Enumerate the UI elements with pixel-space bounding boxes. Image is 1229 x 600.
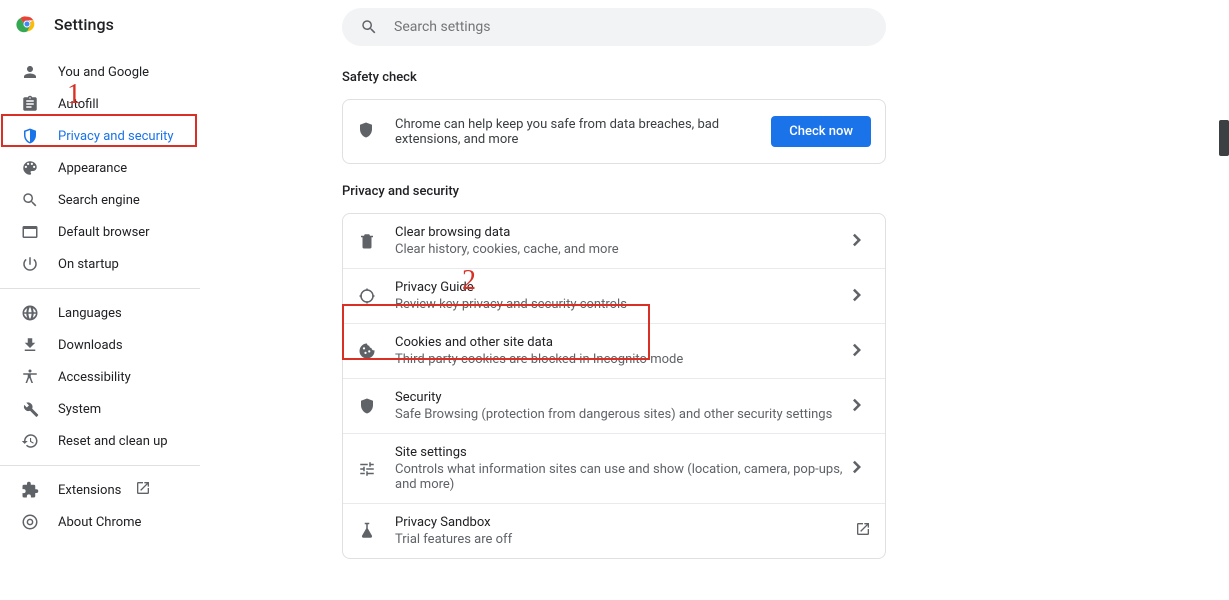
row-title: Clear browsing data: [395, 225, 853, 240]
row-subtitle: Controls what information sites can use …: [395, 462, 853, 492]
person-icon: [20, 63, 40, 81]
shield-icon: [357, 397, 377, 415]
chevron-right-icon: [853, 287, 871, 306]
external-link-icon: [135, 480, 151, 500]
sidebar-item-label: Accessibility: [58, 370, 131, 385]
row-cookies-and-other-site-data[interactable]: Cookies and other site data Third-party c…: [343, 323, 885, 378]
sidebar-item-label: Appearance: [58, 161, 127, 176]
shield-icon: [357, 121, 377, 143]
row-subtitle: Trial features are off: [395, 532, 855, 547]
sidebar-item-label: System: [58, 402, 101, 417]
wrench-icon: [20, 400, 40, 418]
row-title: Site settings: [395, 445, 853, 460]
trash-icon: [357, 232, 377, 250]
shield-half-icon: [20, 127, 40, 145]
globe-icon: [20, 304, 40, 322]
sidebar-divider: [0, 288, 200, 289]
chevron-right-icon: [853, 397, 871, 416]
row-site-settings[interactable]: Site settings Controls what information s…: [343, 433, 885, 503]
power-icon: [20, 255, 40, 273]
chrome-icon: [20, 513, 40, 531]
chevron-right-icon: [853, 232, 871, 251]
row-privacy-guide[interactable]: Privacy Guide Review key privacy and secu…: [343, 268, 885, 323]
sidebar: You and Google Autofill Privacy and securi…: [0, 48, 200, 559]
row-title: Cookies and other site data: [395, 335, 853, 350]
sidebar-item-default-browser[interactable]: Default browser: [0, 216, 200, 248]
sidebar-item-label: About Chrome: [58, 515, 141, 530]
sidebar-item-label: Default browser: [58, 225, 150, 240]
privacy-security-card: Clear browsing data Clear history, cookie…: [342, 213, 886, 559]
row-privacy-sandbox[interactable]: Privacy Sandbox Trial features are off: [343, 503, 885, 558]
row-security[interactable]: Security Safe Browsing (protection from d…: [343, 378, 885, 433]
search-input[interactable]: [394, 19, 868, 35]
external-link-icon: [855, 521, 871, 541]
row-subtitle: Third-party cookies are blocked in Incog…: [395, 352, 853, 367]
sidebar-item-label: Autofill: [58, 97, 99, 112]
browser-icon: [20, 223, 40, 241]
sidebar-item-label: Downloads: [58, 338, 123, 353]
row-title: Privacy Guide: [395, 280, 853, 295]
row-subtitle: Clear history, cookies, cache, and more: [395, 242, 853, 257]
safety-check-card: Chrome can help keep you safe from data …: [342, 99, 886, 164]
page-title: Settings: [54, 15, 114, 34]
extension-icon: [20, 481, 40, 499]
chrome-logo-icon: [16, 13, 38, 35]
search-icon: [20, 191, 40, 209]
sidebar-item-appearance[interactable]: Appearance: [0, 152, 200, 184]
privacy-security-title: Privacy and security: [342, 184, 1229, 199]
scrollbar[interactable]: [1219, 120, 1229, 156]
sidebar-item-extensions[interactable]: Extensions: [0, 474, 200, 506]
sidebar-item-label: Extensions: [58, 483, 121, 498]
search-icon: [360, 18, 378, 36]
row-subtitle: Safe Browsing (protection from dangerous…: [395, 407, 853, 422]
sidebar-item-label: Languages: [58, 306, 122, 321]
sidebar-item-autofill[interactable]: Autofill: [0, 88, 200, 120]
sidebar-item-downloads[interactable]: Downloads: [0, 329, 200, 361]
download-icon: [20, 336, 40, 354]
sidebar-item-privacy-and-security[interactable]: Privacy and security: [0, 120, 200, 152]
sidebar-item-label: Reset and clean up: [58, 434, 168, 449]
sidebar-item-search-engine[interactable]: Search engine: [0, 184, 200, 216]
row-title: Security: [395, 390, 853, 405]
palette-icon: [20, 159, 40, 177]
tune-icon: [357, 460, 377, 478]
row-title: Privacy Sandbox: [395, 515, 855, 530]
target-icon: [357, 287, 377, 305]
safety-check-text: Chrome can help keep you safe from data …: [395, 117, 771, 147]
flask-icon: [357, 522, 377, 540]
row-clear-browsing-data[interactable]: Clear browsing data Clear history, cookie…: [343, 214, 885, 268]
sidebar-item-about-chrome[interactable]: About Chrome: [0, 506, 200, 538]
row-subtitle: Review key privacy and security controls: [395, 297, 853, 312]
sidebar-item-label: Search engine: [58, 193, 140, 208]
sidebar-item-label: On startup: [58, 257, 119, 272]
sidebar-item-system[interactable]: System: [0, 393, 200, 425]
sidebar-item-on-startup[interactable]: On startup: [0, 248, 200, 280]
assignment-icon: [20, 95, 40, 113]
sidebar-divider: [0, 465, 200, 466]
restore-icon: [20, 432, 40, 450]
sidebar-item-label: You and Google: [58, 65, 149, 80]
sidebar-item-reset-and-clean-up[interactable]: Reset and clean up: [0, 425, 200, 457]
sidebar-item-label: Privacy and security: [58, 129, 174, 144]
chevron-right-icon: [853, 342, 871, 361]
search-bar[interactable]: [342, 8, 886, 46]
sidebar-item-you-and-google[interactable]: You and Google: [0, 56, 200, 88]
cookie-icon: [357, 342, 377, 360]
accessibility-icon: [20, 368, 40, 386]
safety-check-title: Safety check: [342, 70, 1229, 85]
sidebar-item-languages[interactable]: Languages: [0, 297, 200, 329]
chevron-right-icon: [853, 459, 871, 478]
sidebar-item-accessibility[interactable]: Accessibility: [0, 361, 200, 393]
check-now-button[interactable]: Check now: [771, 116, 871, 147]
